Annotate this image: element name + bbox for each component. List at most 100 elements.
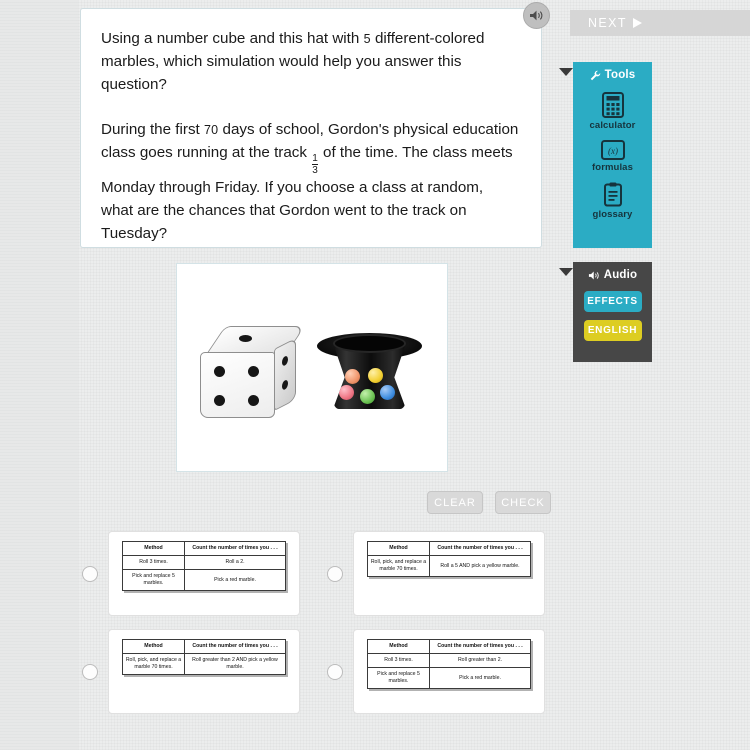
table-row: Pick and replace 5 marbles. Pick a red m…	[122, 569, 286, 592]
table-cell: Roll greater than 2 AND pick a yellow ma…	[184, 653, 286, 676]
stimulus-alt-text: A white number cube (die) and a black to…	[177, 264, 178, 265]
die-pip	[248, 395, 259, 406]
question-stem-panel: Using a number cube and this hat with 5 …	[80, 8, 542, 248]
table-cell: Roll greater than 2.	[429, 653, 531, 669]
clear-button[interactable]: CLEAR	[427, 491, 483, 514]
table-row: Method Count the number of times you . .…	[367, 638, 531, 655]
fraction-denominator: 3	[312, 164, 318, 177]
radio-option-c[interactable]	[82, 663, 98, 680]
check-button[interactable]: CHECK	[495, 491, 551, 514]
table-cell: Roll 3 times.	[122, 555, 185, 571]
question-paragraph-1: Using a number cube and this hat with 5 …	[101, 27, 519, 96]
radio-option-a[interactable]	[82, 565, 98, 582]
answer-card-c[interactable]: Method Count the number of times you . .…	[108, 629, 300, 714]
answer-card-a[interactable]: Method Count the number of times you . .…	[108, 531, 300, 616]
audio-panel: Audio EFFECTS ENGLISH	[559, 262, 652, 362]
die-pip	[248, 366, 259, 377]
play-triangle-icon	[632, 18, 642, 28]
speaker-icon	[530, 10, 543, 21]
read-aloud-button[interactable]	[523, 2, 550, 29]
die-pip	[282, 354, 288, 367]
tools-collapse-toggle[interactable]	[559, 68, 573, 82]
tool-glossary[interactable]: glossary	[573, 182, 652, 220]
answer-option-a[interactable]: Method Count the number of times you . .…	[78, 531, 313, 616]
tool-calculator[interactable]: calculator	[573, 92, 652, 131]
tool-calculator-label: calculator	[589, 120, 636, 131]
next-button[interactable]: NEXT	[570, 10, 750, 36]
radio-option-d[interactable]	[327, 663, 343, 680]
svg-text:(x): (x)	[608, 146, 618, 156]
chevron-down-icon	[559, 68, 573, 76]
answer-card-d[interactable]: Method Count the number of times you . .…	[353, 629, 545, 714]
table-cell: Pick and replace 5 marbles.	[367, 667, 430, 690]
speaker-icon	[588, 271, 599, 279]
tool-formulas-label: formulas	[592, 162, 633, 173]
assessment-page: Using a number cube and this hat with 5 …	[0, 0, 750, 750]
audio-panel-header: Audio	[573, 267, 652, 283]
table-row: Roll 3 times. Roll greater than 2.	[367, 653, 531, 669]
answer-options: Method Count the number of times you . .…	[78, 531, 558, 727]
fraction-one-third: 13	[312, 154, 318, 176]
table-row: Method Count the number of times you . .…	[367, 540, 531, 557]
audio-english-button[interactable]: ENGLISH	[583, 320, 642, 341]
table-header-count: Count the number of times you . . .	[429, 638, 531, 655]
table-header-method: Method	[367, 540, 430, 557]
table-row: Pick and replace 5 marbles. Pick a red m…	[367, 667, 531, 690]
stimulus-image-box: A white number cube (die) and a black to…	[176, 263, 448, 472]
table-row: Method Count the number of times you . .…	[122, 540, 286, 557]
simulation-table-d: Method Count the number of times you . .…	[367, 638, 531, 690]
pink-marble	[339, 385, 354, 400]
question-paragraph-2: During the first 70 days of school, Gord…	[101, 118, 519, 245]
table-cell: Pick and replace 5 marbles.	[122, 569, 185, 592]
table-cell: Roll, pick, and replace a marble 70 time…	[367, 555, 430, 578]
tool-formulas[interactable]: (x) formulas	[573, 140, 652, 173]
fraction-numerator: 1	[312, 153, 318, 165]
radio-option-b[interactable]	[327, 565, 343, 582]
answer-options-row-1: Method Count the number of times you . .…	[78, 531, 558, 616]
answer-option-b[interactable]: Method Count the number of times you . .…	[323, 531, 558, 616]
table-cell: Roll 3 times.	[367, 653, 430, 669]
yellow-marble	[368, 368, 383, 383]
formulas-icon: (x)	[600, 140, 625, 160]
audio-collapse-toggle[interactable]	[559, 268, 573, 282]
table-header-count: Count the number of times you . . .	[184, 540, 286, 557]
table-cell: Pick a red marble.	[184, 569, 286, 592]
wrench-icon	[590, 70, 600, 80]
table-cell: Roll a 5 AND pick a yellow marble.	[429, 555, 531, 578]
table-cell: Roll a 2.	[184, 555, 286, 571]
glossary-icon	[603, 182, 622, 207]
orange-marble	[345, 369, 360, 384]
action-button-row: CLEAR CHECK	[427, 491, 551, 514]
table-header-method: Method	[122, 540, 185, 557]
die-pip	[282, 378, 288, 391]
stem-text-2a: During the first	[101, 121, 204, 139]
chevron-down-icon	[559, 268, 573, 276]
table-cell: Pick a red marble.	[429, 667, 531, 690]
simulation-table-c: Method Count the number of times you . .…	[122, 638, 286, 676]
answer-option-d[interactable]: Method Count the number of times you . .…	[323, 629, 558, 714]
tools-panel: Tools calculator (x) formulas glossary	[559, 62, 652, 248]
die-pip	[214, 366, 225, 377]
die-pip	[239, 335, 252, 342]
answer-card-b[interactable]: Method Count the number of times you . .…	[353, 531, 545, 616]
next-button-label: NEXT	[588, 16, 627, 30]
tool-glossary-label: glossary	[592, 209, 633, 220]
top-hat-graphic	[317, 329, 422, 424]
hat-opening	[333, 334, 406, 353]
calculator-icon	[601, 92, 624, 118]
stem-number-5: 5	[363, 32, 371, 46]
left-gutter	[0, 0, 78, 750]
tools-panel-title: Tools	[604, 69, 636, 81]
die-front-face	[200, 352, 275, 418]
stem-number-70: 70	[203, 123, 219, 138]
answer-option-c[interactable]: Method Count the number of times you . .…	[78, 629, 313, 714]
table-header-method: Method	[122, 638, 185, 655]
simulation-table-a: Method Count the number of times you . .…	[122, 540, 286, 592]
table-row: Roll, pick, and replace a marble 70 time…	[122, 653, 286, 676]
table-row: Roll, pick, and replace a marble 70 time…	[367, 555, 531, 578]
table-row: Roll 3 times. Roll a 2.	[122, 555, 286, 571]
table-header-method: Method	[367, 638, 430, 655]
audio-effects-button[interactable]: EFFECTS	[583, 291, 642, 312]
audio-panel-title: Audio	[603, 269, 638, 281]
table-cell: Roll, pick, and replace a marble 70 time…	[122, 653, 185, 676]
